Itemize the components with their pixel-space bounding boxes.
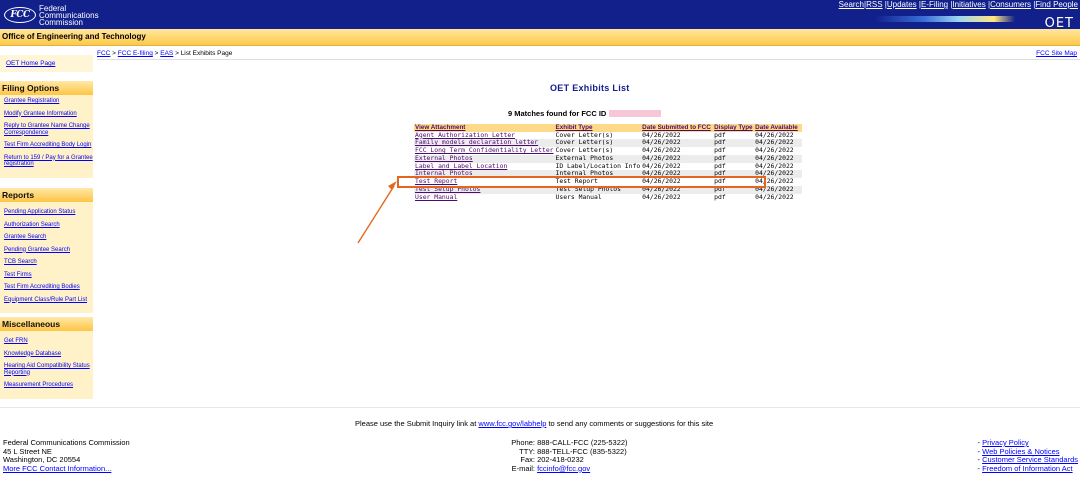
display-type-cell: pdf [714, 192, 726, 201]
site-map-link[interactable]: FCC Site Map [1036, 50, 1077, 57]
breadcrumb-current: List Exhibits Page [180, 50, 233, 57]
breadcrumb-fcc[interactable]: FCC [97, 50, 110, 57]
sidebar-item-tcb-search[interactable]: TCB Search [4, 259, 93, 266]
footer-divider [0, 407, 1080, 408]
sidebar-item-test-firm-login[interactable]: Test Firm Accrediting Body Login [4, 142, 93, 149]
exhibits-table: View Attachment Exhibit Type Date Submit… [414, 124, 803, 202]
sidebar-section-miscellaneous: Miscellaneous Get FRN Knowledge Database… [0, 317, 93, 399]
matches-count: 9 Matches found for FCC ID [508, 109, 662, 118]
sidebar-item-knowledge-database[interactable]: Knowledge Database [4, 351, 93, 358]
attachment-link[interactable]: Label and Label Location [415, 162, 507, 170]
attachment-cell: User Manual [414, 193, 555, 202]
header-stripe [875, 16, 1015, 22]
sidebar-item-reply-grantee-name[interactable]: Reply to Grantee Name Change Corresponde… [4, 123, 93, 136]
attachment-link[interactable]: Agent Authorization Letter [415, 131, 515, 139]
top-banner: FCC Federal Communications Commission Se… [0, 0, 1080, 31]
sidebar-item-hearing-aid[interactable]: Hearing Aid Compatibility Status Reporti… [4, 363, 93, 376]
breadcrumb-eas[interactable]: EAS [160, 50, 173, 57]
fcc-address: Federal Communications Commission 45 L S… [3, 438, 130, 473]
top-link-updates[interactable]: Updates [887, 0, 917, 9]
foia-link[interactable]: Freedom of Information Act [982, 464, 1072, 473]
sidebar-item-grantee-registration[interactable]: Grantee Registration [4, 98, 93, 105]
date-submitted-cell: 04/26/2022 [642, 192, 681, 201]
sidebar-item-equipment-class[interactable]: Equipment Class/Rule Part List [4, 297, 93, 304]
home-box: OET Home Page [0, 55, 93, 72]
fcc-seal-icon: FCC [4, 7, 36, 23]
inquiry-text: Please use the Submit Inquiry link at ww… [355, 419, 714, 428]
top-link-find-people[interactable]: Find People [1035, 0, 1078, 9]
office-title: Office of Engineering and Technology [2, 32, 146, 41]
sidebar-item-measurement-procedures[interactable]: Measurement Procedures [4, 382, 93, 389]
breadcrumb-efiling[interactable]: FCC E-filing [118, 50, 153, 57]
sidebar-section-reports: Reports Pending Application Status Autho… [0, 188, 93, 313]
fcc-logo-text: Federal Communications Commission [39, 3, 99, 27]
top-link-search[interactable]: Search [839, 0, 864, 9]
sidebar-item-modify-grantee[interactable]: Modify Grantee Information [4, 111, 93, 118]
breadcrumb: FCC > FCC E-filing > EAS > List Exhibits… [97, 50, 233, 57]
top-link-initiatives[interactable]: Initiatives [952, 0, 985, 9]
sidebar-item-authorization-search[interactable]: Authorization Search [4, 222, 93, 229]
page-title: OET Exhibits List [550, 83, 630, 93]
attachment-link[interactable]: External Photos [415, 154, 473, 162]
exhibit-type-cell: Users Manual [555, 192, 602, 201]
top-nav-links: Search|RSS |Updates |E-Filing |Initiativ… [838, 0, 1078, 9]
attachment-link[interactable]: User Manual [415, 193, 457, 201]
section-title: Reports [0, 188, 93, 202]
sidebar-item-test-firm-bodies[interactable]: Test Firm Accrediting Bodies [4, 284, 93, 291]
more-contact-link[interactable]: More FCC Contact Information... [3, 464, 111, 473]
top-link-rss[interactable]: RSS [866, 0, 882, 9]
policy-links: - Privacy Policy - Web Policies & Notice… [977, 438, 1078, 473]
redacted-fcc-id [609, 110, 662, 117]
section-title: Filing Options [0, 81, 93, 95]
top-link-efiling[interactable]: E-Filing [921, 0, 948, 9]
sidebar-item-test-firms[interactable]: Test Firms [4, 272, 93, 279]
divider [97, 59, 1080, 60]
top-link-consumers[interactable]: Consumers [990, 0, 1031, 9]
sidebar-item-pending-grantee-search[interactable]: Pending Grantee Search [4, 247, 93, 254]
table-row: User Manual Users Manual 04/26/2022 pdf 04/2… [414, 192, 802, 202]
date-available-cell: 04/26/2022 [755, 192, 794, 201]
sidebar-item-pending-application[interactable]: Pending Application Status [4, 209, 93, 216]
sidebar-item-return-159[interactable]: Return to 159 / Pay for a Grantee regist… [4, 155, 93, 168]
sidebar-section-filing-options: Filing Options Grantee Registration Modi… [0, 81, 93, 178]
arrow-icon [357, 181, 397, 244]
email-link[interactable]: fccinfo@fcc.gov [537, 464, 590, 474]
attachment-link[interactable]: Family models declaration letter [415, 138, 538, 146]
office-bar: Office of Engineering and Technology [0, 29, 1080, 46]
contact-info: Phone: 888-CALL-FCC (225-5322) TTY: 888-… [511, 438, 628, 474]
fcc-logo[interactable]: FCC Federal Communications Commission [4, 4, 99, 26]
oet-home-link[interactable]: OET Home Page [6, 60, 55, 67]
section-title: Miscellaneous [0, 317, 93, 331]
attachment-link[interactable]: FCC Long Term Confidentiality Letter [415, 146, 554, 154]
highlight-box [397, 176, 766, 188]
labhelp-link[interactable]: www.fcc.gov/labhelp [478, 419, 546, 428]
sidebar-item-grantee-search[interactable]: Grantee Search [4, 234, 93, 241]
sidebar-item-get-frn[interactable]: Get FRN [4, 338, 93, 345]
